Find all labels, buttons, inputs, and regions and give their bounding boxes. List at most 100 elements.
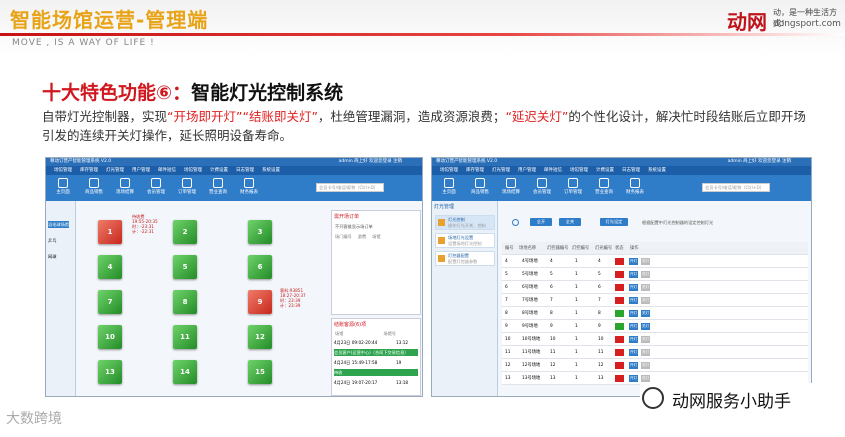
menu-item[interactable]: 用户管理 <box>132 168 150 173</box>
toolbar-icon <box>182 178 192 188</box>
table-cell: 10 <box>550 337 556 342</box>
all-on-button[interactable]: 全开 <box>530 218 552 226</box>
nav-item[interactable]: 羽毛球场馆 <box>48 221 69 228</box>
menu-item[interactable]: 库存管理 <box>466 168 484 173</box>
toolbar-button[interactable]: 订单管理 <box>176 178 198 199</box>
all-off-button[interactable]: 全关 <box>559 218 581 226</box>
court-tile-8[interactable]: 8 <box>173 290 197 314</box>
court-tile-12[interactable]: 12 <box>248 325 272 349</box>
menu-item[interactable]: 日志管理 <box>236 168 254 173</box>
tile-info-line: 计：-22:31 <box>132 229 154 234</box>
toolbar-button[interactable]: 会员管理 <box>145 178 167 199</box>
menu-item[interactable]: 系统设置 <box>648 168 666 173</box>
light-settings-button[interactable]: 灯光设定 <box>600 218 628 226</box>
light-on-button[interactable]: 开灯 <box>629 323 638 330</box>
menu-item[interactable]: 系统设置 <box>262 168 280 173</box>
light-off-button[interactable]: 关灯 <box>641 336 650 343</box>
court-tile-6[interactable]: 6 <box>248 255 272 279</box>
table-row: 8 8号场地 8 1 8 开灯 关灯 <box>502 307 808 320</box>
toolbar-icon <box>630 178 640 188</box>
light-off-button[interactable]: 关灯 <box>641 362 650 369</box>
refresh-icon[interactable] <box>512 219 519 226</box>
venue-nav: 羽毛球场馆 乒乓 网球 <box>46 201 76 396</box>
menu-item[interactable]: 用户管理 <box>518 168 536 173</box>
toolbar-button[interactable]: 商品销售 <box>83 178 105 199</box>
table-cell: 12 <box>550 363 556 368</box>
light-on-button[interactable]: 开灯 <box>629 297 638 304</box>
toolbar-button[interactable]: 财务报表 <box>238 178 260 199</box>
pending-row[interactable]: 会员客户(运营中心)（合同下交易信息） <box>334 349 418 356</box>
court-tile-5[interactable]: 5 <box>173 255 197 279</box>
menu-item[interactable]: 邮件短信 <box>544 168 562 173</box>
toolbar-button[interactable]: 主页面 <box>438 178 460 199</box>
pending-row[interactable]: 4月24日 19:07-20:17 13:18 <box>334 379 418 386</box>
lighting-table: 编号 场地名称 灯控器编号 灯控编号 灯光编号 状态 操作 4 4号场地 4 1 4 开灯 关灯 5 5号场… <box>502 242 808 385</box>
court-tile-9[interactable]: 9 <box>248 290 272 314</box>
pending-row[interactable]: 待收 <box>334 369 418 376</box>
table-cell: 7 <box>550 298 553 303</box>
light-on-button[interactable]: 开灯 <box>629 310 638 317</box>
light-on-button[interactable]: 开灯 <box>629 336 638 343</box>
court-tile-15[interactable]: 15 <box>248 360 272 384</box>
light-on-button[interactable]: 开灯 <box>629 258 638 265</box>
nav-item[interactable]: 灯控器配置 配置灯控器参数 <box>435 251 495 266</box>
pending-value: 19 <box>396 360 402 365</box>
court-tile-7[interactable]: 7 <box>98 290 122 314</box>
toolbar-button[interactable]: 会员管理 <box>531 178 553 199</box>
table-cell: 8 <box>598 311 601 316</box>
court-tile-13[interactable]: 13 <box>98 360 122 384</box>
light-off-button[interactable]: 关灯 <box>641 323 650 330</box>
court-tile-4[interactable]: 4 <box>98 255 122 279</box>
venue-status-screenshot: 尊动订营产智能管理系统 V2.0 admin 商上好 欢迎您登录 注销 场馆管理 库… <box>45 157 423 397</box>
nav-item[interactable]: 乒乓 <box>48 237 56 244</box>
search-input[interactable]: 会员卡号/电话/昵称（Ctrl+D） <box>316 183 384 192</box>
nav-item[interactable]: 场地灯光设置 设置场地灯光控制 <box>435 233 495 248</box>
heading-main: 智能灯光控制系统 <box>191 82 344 104</box>
toolbar-button[interactable]: 商品销售 <box>469 178 491 199</box>
light-status-indicator <box>615 349 624 356</box>
menu-item[interactable]: 计费设置 <box>210 168 228 173</box>
menu-item[interactable]: 场馆管理 <box>54 168 72 173</box>
light-off-button[interactable]: 关灯 <box>641 258 650 265</box>
light-off-button[interactable]: 关灯 <box>641 349 650 356</box>
menu-item[interactable]: 库存管理 <box>80 168 98 173</box>
menu-item[interactable]: 灯光管理 <box>492 168 510 173</box>
light-on-button[interactable]: 开灯 <box>629 349 638 356</box>
light-off-button[interactable]: 关灯 <box>641 310 650 317</box>
search-input[interactable]: 会员卡号/电话/昵称（Ctrl+D） <box>702 183 770 192</box>
menu-item[interactable]: 日志管理 <box>622 168 640 173</box>
toolbar-button[interactable]: 营业查询 <box>593 178 615 199</box>
menu-item[interactable]: 场馆管理 <box>570 168 588 173</box>
nav-item-icon <box>438 219 445 226</box>
nav-item[interactable]: 灯光控制 操作灯光开关、控制 <box>435 215 495 230</box>
toolbar-button[interactable]: 现场结算 <box>500 178 522 199</box>
pending-row[interactable]: 4月24日 15:49-17:58 19 <box>334 359 418 366</box>
court-tile-1[interactable]: 1 <box>98 220 122 244</box>
court-tile-2[interactable]: 2 <box>173 220 197 244</box>
court-tile-14[interactable]: 14 <box>173 360 197 384</box>
light-on-button[interactable]: 开灯 <box>629 362 638 369</box>
light-off-button[interactable]: 关灯 <box>641 297 650 304</box>
light-on-button[interactable]: 开灯 <box>629 271 638 278</box>
toolbar-button[interactable]: 现场结算 <box>114 178 136 199</box>
light-off-button[interactable]: 关灯 <box>641 271 650 278</box>
light-on-button[interactable]: 开灯 <box>629 375 638 382</box>
court-tile-3[interactable]: 3 <box>248 220 272 244</box>
nav-item[interactable]: 网球 <box>48 253 56 260</box>
menu-item[interactable]: 场馆管理 <box>184 168 202 173</box>
menu-item[interactable]: 邮件短信 <box>158 168 176 173</box>
menu-item[interactable]: 灯光管理 <box>106 168 124 173</box>
court-tile-11[interactable]: 11 <box>173 325 197 349</box>
menu-item[interactable]: 计费设置 <box>596 168 614 173</box>
toolbar-button[interactable]: 营业查询 <box>207 178 229 199</box>
window-title: 尊动订营产智能管理系统 V2.0 <box>50 159 112 164</box>
light-off-button[interactable]: 关灯 <box>641 284 650 291</box>
light-off-button[interactable]: 关灯 <box>641 375 650 382</box>
toolbar-button[interactable]: 主页面 <box>52 178 74 199</box>
toolbar-button[interactable]: 财务报表 <box>624 178 646 199</box>
toolbar-button[interactable]: 订单管理 <box>562 178 584 199</box>
pending-row[interactable]: 4月23日 09:02-20:44 13:12 <box>334 339 418 346</box>
light-on-button[interactable]: 开灯 <box>629 284 638 291</box>
court-tile-10[interactable]: 10 <box>98 325 122 349</box>
menu-item[interactable]: 场馆管理 <box>440 168 458 173</box>
